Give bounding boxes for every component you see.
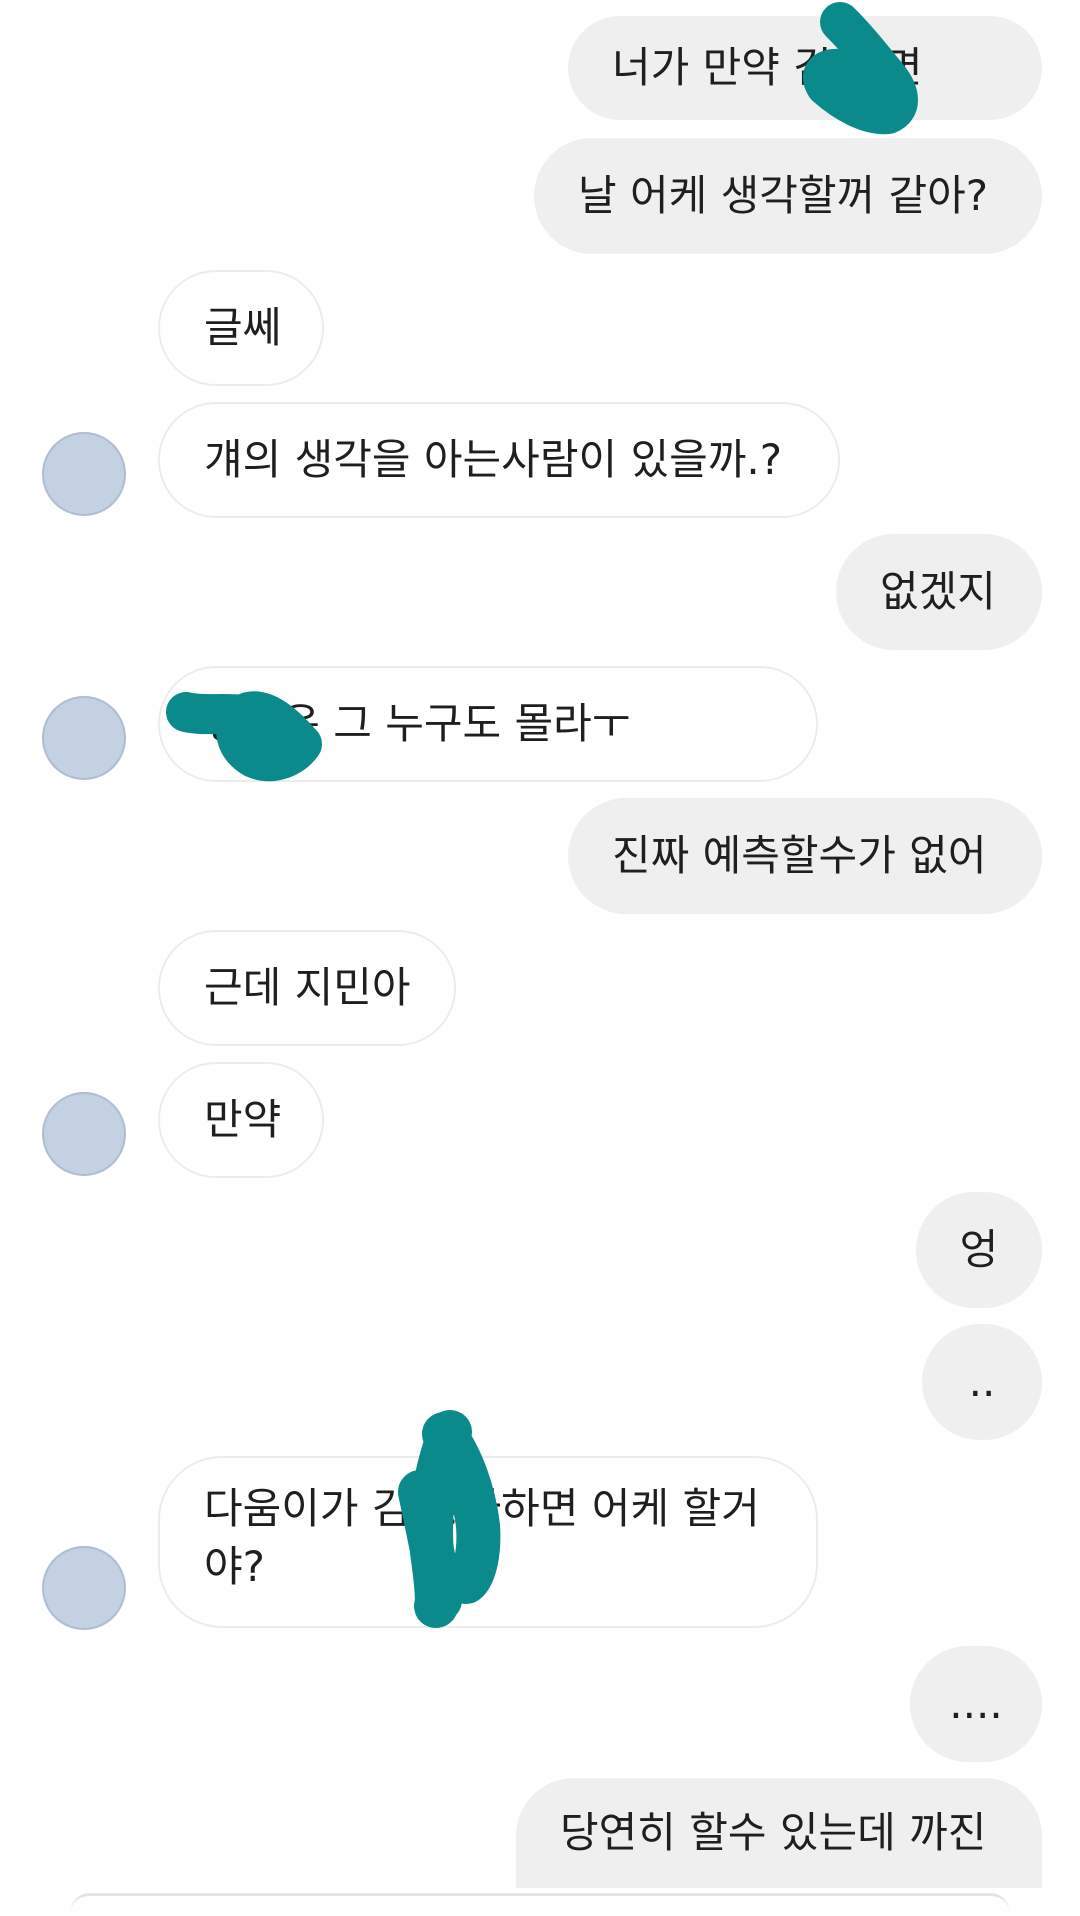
message-bubble-received[interactable]: 생각은 그 누구도 몰라ㅜ [158,666,818,782]
sender-avatar[interactable] [42,432,126,516]
message-bubble-sent[interactable]: 엉 [916,1192,1042,1308]
message-bubble-sent[interactable]: .. [922,1324,1042,1440]
message-text: 엉 [959,1225,999,1274]
sender-avatar[interactable] [42,1546,126,1630]
message-bubble-sent[interactable]: 진짜 예측할수가 없어 [568,798,1042,914]
message-text: 진짜 예측할수가 없어 [612,831,987,880]
message-text: 없겠지 [880,567,996,616]
message-text: .. [968,1357,996,1406]
sender-avatar[interactable] [42,696,126,780]
sender-avatar[interactable] [42,1092,126,1176]
message-bubble-received[interactable]: 다움이가 김 좋아하면 어케 할거야? [158,1456,818,1628]
message-text: 다움이가 김 좋아하면 어케 할거야? [204,1484,760,1591]
message-bubble-received[interactable]: 글쎄 [158,270,324,386]
message-text: 근데 지민아 [204,963,411,1012]
message-input-bar-edge [70,1893,1010,1916]
message-text: 너가 만약 김 라면 [612,43,923,92]
message-bubble-received[interactable]: 근데 지민아 [158,930,456,1046]
message-bubble-received[interactable]: 걔의 생각을 아는사람이 있을까.? [158,402,840,518]
chat-thread: 너가 만약 김 라면 날 어케 생각할꺼 같아? 글쎄 걔의 생각을 아는사람이… [0,0,1080,1900]
message-text: 만약 [204,1095,282,1144]
message-bubble-sent[interactable]: 당연히 할수 있는데 까진 [516,1778,1042,1888]
message-text: 걔의 생각을 아는사람이 있을까.? [204,435,783,484]
message-text: 생각은 그 누구도 몰라ㅜ [204,699,631,748]
message-text: 글쎄 [204,303,282,352]
message-text: 당연히 할수 있는데 까진 [560,1808,987,1857]
message-bubble-sent[interactable]: 너가 만약 김 라면 [568,16,1042,120]
message-text: 날 어케 생각할꺼 같아? [578,171,989,220]
message-bubble-sent[interactable]: .... [910,1646,1042,1762]
message-text: .... [949,1679,1003,1728]
message-bubble-sent[interactable]: 날 어케 생각할꺼 같아? [534,138,1042,254]
message-bubble-sent[interactable]: 없겠지 [836,534,1042,650]
message-bubble-received[interactable]: 만약 [158,1062,324,1178]
